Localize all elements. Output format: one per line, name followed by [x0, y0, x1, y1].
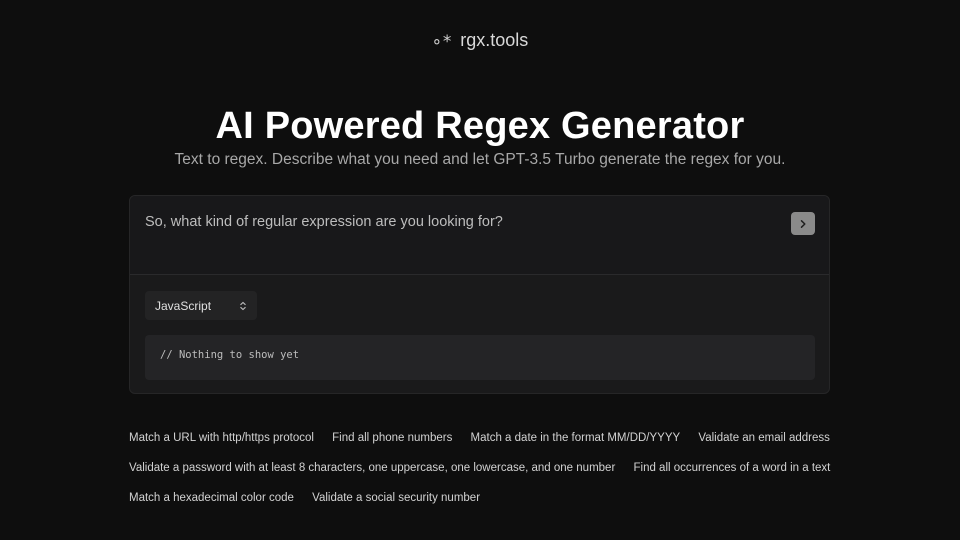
example-prompt[interactable]: Validate an email address — [698, 432, 829, 444]
chevron-up-down-icon — [239, 301, 247, 311]
example-prompts: Match a URL with http/https protocol Fin… — [129, 432, 849, 522]
site-header: ∘* rgx.tools — [0, 30, 960, 52]
chevron-right-icon — [800, 219, 806, 228]
example-prompt[interactable]: Match a date in the format MM/DD/YYYY — [471, 432, 681, 444]
example-prompt[interactable]: Validate a social security number — [312, 492, 480, 504]
regex-star-icon: ∘* — [431, 32, 453, 52]
page-title: AI Powered Regex Generator — [215, 105, 745, 147]
example-prompt[interactable]: Find all occurrences of a word in a text — [633, 462, 830, 474]
example-row: Match a URL with http/https protocol Fin… — [129, 432, 849, 462]
example-prompt[interactable]: Find all phone numbers — [332, 432, 452, 444]
page-subtitle: Text to regex. Describe what you need an… — [174, 151, 786, 168]
example-prompt[interactable]: Match a URL with http/https protocol — [129, 432, 314, 444]
brand-name[interactable]: rgx.tools — [460, 30, 528, 50]
prompt-placeholder: So, what kind of regular expression are … — [145, 214, 503, 230]
regex-output: // Nothing to show yet — [145, 335, 815, 380]
example-row: Validate a password with at least 8 char… — [129, 462, 849, 492]
language-select-value: JavaScript — [155, 298, 212, 313]
example-prompt[interactable]: Validate a password with at least 8 char… — [129, 462, 615, 474]
regex-output-text: // Nothing to show yet — [160, 349, 300, 361]
prompt-input[interactable]: So, what kind of regular expression are … — [130, 196, 829, 275]
language-select[interactable]: JavaScript — [145, 291, 257, 320]
generator-card: So, what kind of regular expression are … — [129, 195, 830, 394]
example-row: Match a hexadecimal color code Validate … — [129, 492, 849, 522]
example-prompt[interactable]: Match a hexadecimal color code — [129, 492, 294, 504]
submit-button[interactable] — [791, 212, 815, 235]
